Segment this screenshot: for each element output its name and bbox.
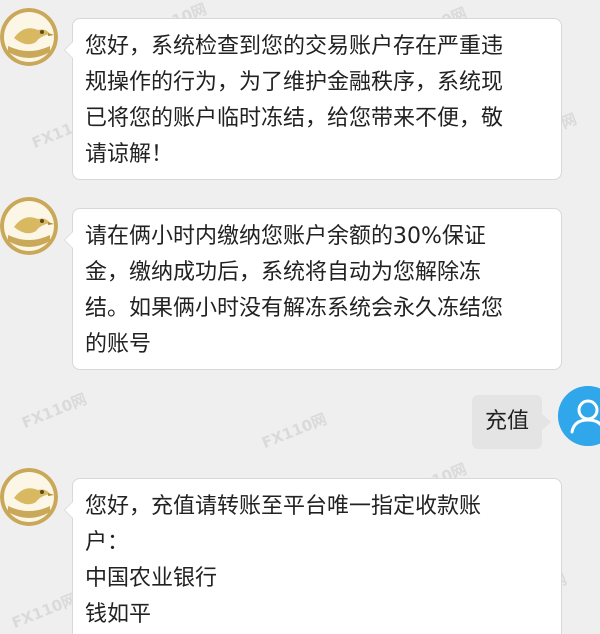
message-line: 钱如平 [85,602,152,627]
agent-avatar-icon[interactable] [0,197,58,255]
agent-avatar-icon[interactable] [0,468,58,526]
watermark: FX110网 [19,389,90,433]
message-line: 规操作的行为，为了维护金融秩序，系统现 [85,70,504,95]
watermark: FX110网 [259,409,330,453]
user-avatar-icon[interactable] [558,386,600,446]
message-line: 结。如果俩小时没有解冻系统会永久冻结您 [85,296,504,321]
message-text: 充值 [484,409,529,434]
message-line: 已将您的账户临时冻结，给您带来不便，敬 [85,106,504,131]
message-bubble-deposit-request: 请在俩小时内缴纳您账户余额的30%保证 金，缴纳成功后，系统将自动为您解除冻 结… [64,208,562,370]
message-line: 请谅解！ [85,142,174,167]
message-line: 金，缴纳成功后，系统将自动为您解除冻 [85,260,482,285]
chat-screen: FX110网 FX110网 FX110网 FX110网 FX110网 FX110… [0,0,600,634]
message-line: 的账号 [85,332,152,357]
agent-avatar-icon[interactable] [0,8,58,66]
message-line: 请在俩小时内缴纳您账户余额的30%保证 [85,224,486,249]
message-bubble-user-recharge: 充值 [472,395,551,449]
message-line: 您好，系统检查到您的交易账户存在严重违 [85,34,504,59]
watermark: FX110网 [9,589,80,633]
message-line: 您好，充值请转账至平台唯一指定收款账 [85,494,482,519]
message-bubble-bank-account: 您好，充值请转账至平台唯一指定收款账 户： 中国农业银行 钱如平 [64,478,562,634]
message-line: 中国农业银行 [85,566,218,591]
message-line: 户： [85,530,130,555]
message-bubble-system-notice: 您好，系统检查到您的交易账户存在严重违 规操作的行为，为了维护金融秩序，系统现 … [64,18,562,180]
